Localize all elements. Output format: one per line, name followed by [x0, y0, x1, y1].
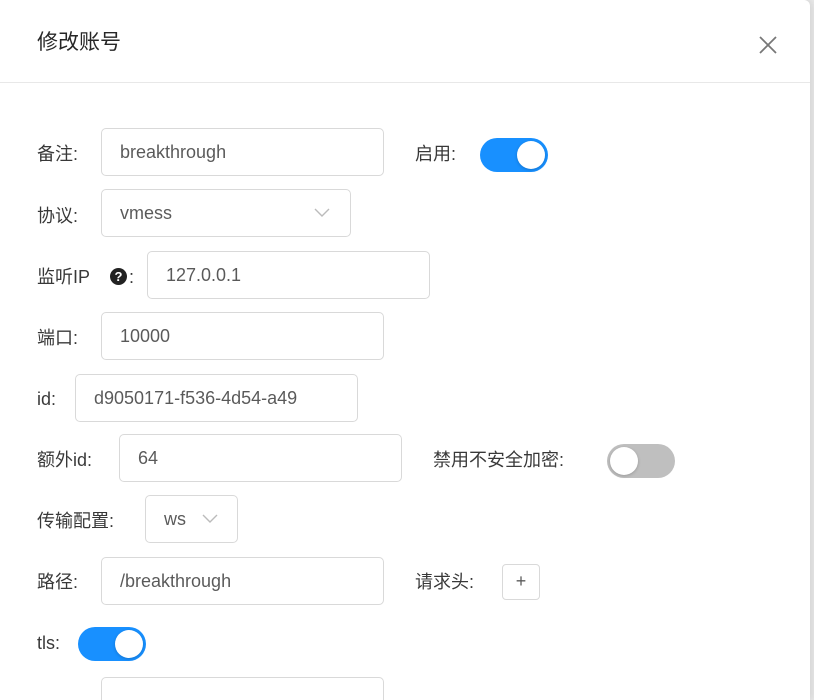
path-label: 路径: [37, 572, 79, 592]
question-circle-icon[interactable]: ? [110, 268, 127, 285]
remark-input[interactable]: breakthrough [101, 128, 384, 176]
switch-knob [610, 447, 638, 475]
enable-label: 启用: [415, 144, 457, 164]
dialog-header: 修改账号 [0, 0, 810, 83]
transport-value: ws [164, 509, 186, 529]
id-label: id: [37, 389, 57, 409]
add-header-button[interactable]: + [502, 564, 540, 600]
edit-account-dialog: 修改账号 备注: breakthrough 启用: 协议: vmess 监听IP… [0, 0, 810, 700]
port-label: 端口: [37, 328, 79, 348]
listen-ip-colon: : [129, 267, 135, 287]
remark-label: 备注: [37, 144, 79, 164]
transport-select[interactable]: ws [145, 495, 238, 543]
switch-knob [517, 141, 545, 169]
tls-switch[interactable] [78, 627, 146, 661]
protocol-value: vmess [120, 203, 173, 223]
path-input[interactable]: /breakthrough [101, 557, 384, 605]
disable-insecure-label: 禁用不安全加密: [433, 450, 565, 470]
chevron-down-icon [202, 514, 218, 523]
port-input[interactable]: 10000 [101, 312, 384, 360]
listen-ip-input[interactable]: 127.0.0.1 [147, 251, 430, 299]
switch-knob [115, 630, 143, 658]
listen-ip-label: 监听IP [37, 267, 91, 287]
chevron-down-icon [314, 208, 330, 217]
dialog-title: 修改账号 [37, 31, 121, 54]
transport-label: 传输配置: [37, 511, 115, 531]
enable-switch[interactable] [480, 138, 548, 172]
close-button[interactable] [752, 30, 782, 60]
headers-label: 请求头: [415, 572, 475, 592]
next-field-input[interactable] [101, 677, 384, 700]
alter-id-label: 额外id: [37, 450, 93, 470]
protocol-select[interactable]: vmess [101, 189, 351, 237]
disable-insecure-switch[interactable] [607, 444, 675, 478]
protocol-label: 协议: [37, 206, 79, 226]
alter-id-input[interactable]: 64 [119, 434, 402, 482]
close-icon [759, 36, 777, 54]
tls-label: tls: [37, 633, 61, 653]
id-input[interactable]: d9050171-f536-4d54-a49 [75, 374, 358, 422]
